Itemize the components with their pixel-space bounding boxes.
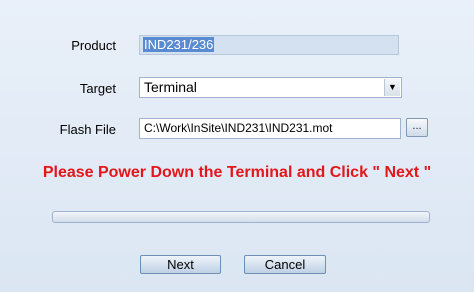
browse-button[interactable]: ... bbox=[406, 118, 428, 137]
target-select[interactable]: Terminal ▼ bbox=[139, 77, 402, 98]
flash-file-label: Flash File bbox=[59, 122, 116, 137]
flash-file-input[interactable]: C:\Work\InSite\IND231\IND231.mot bbox=[139, 118, 401, 139]
chevron-down-icon[interactable]: ▼ bbox=[384, 79, 400, 96]
dialog-panel: Product IND231/236 Target Terminal ▼ Fla… bbox=[0, 0, 474, 292]
target-label: Target bbox=[79, 81, 116, 96]
product-field: IND231/236 bbox=[139, 35, 399, 55]
progress-bar bbox=[52, 211, 430, 223]
cancel-button[interactable]: Cancel bbox=[244, 255, 326, 274]
product-label: Product bbox=[71, 38, 116, 53]
target-value: Terminal bbox=[144, 79, 197, 95]
product-value: IND231/236 bbox=[143, 37, 215, 52]
power-down-warning: Please Power Down the Terminal and Click… bbox=[42, 164, 432, 181]
next-button[interactable]: Next bbox=[140, 255, 221, 274]
flash-file-value: C:\Work\InSite\IND231\IND231.mot bbox=[144, 121, 333, 135]
